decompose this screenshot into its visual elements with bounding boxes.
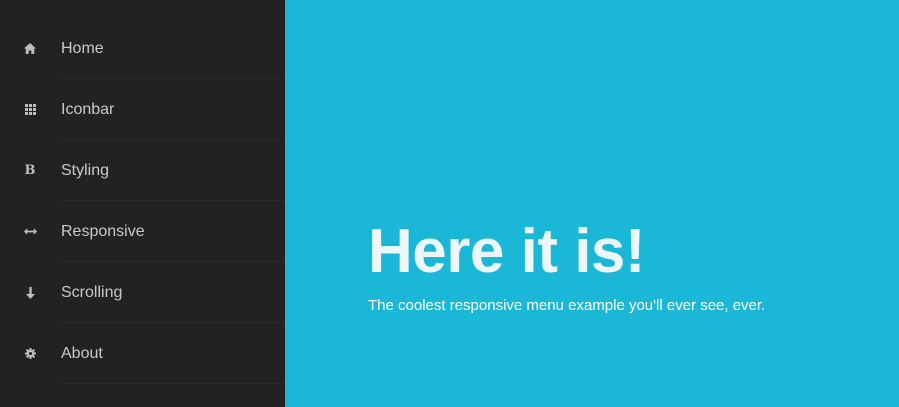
sidebar-item-responsive[interactable]: Responsive — [0, 201, 285, 262]
bold-icon-glyph: B — [24, 163, 36, 178]
horizontal-resize-icon — [23, 201, 37, 262]
sidebar-item-scrolling[interactable]: Scrolling — [0, 262, 285, 323]
sidebar-item-iconbar[interactable]: Iconbar — [0, 79, 285, 140]
bold-icon: B — [23, 140, 37, 201]
sidebar-item-label: About — [61, 345, 103, 362]
sidebar-item-label: Responsive — [61, 223, 145, 240]
home-icon — [23, 18, 37, 79]
sidebar-menu: Home Iconbar B Styling Responsive Scroll… — [0, 0, 285, 407]
hero-title: Here it is! — [368, 217, 646, 286]
gear-icon — [23, 323, 37, 384]
hero-subtitle: The coolest responsive menu example you'… — [368, 297, 766, 314]
sidebar-item-home[interactable]: Home — [0, 18, 285, 79]
sidebar-item-label: Styling — [61, 162, 110, 179]
sidebar-item-about[interactable]: About — [0, 323, 285, 384]
sidebar-item-label: Scrolling — [61, 284, 123, 301]
main-content: Here it is! The coolest responsive menu … — [285, 0, 899, 407]
sidebar-item-label: Iconbar — [61, 101, 115, 118]
arrow-down-icon — [23, 262, 37, 323]
grid-icon — [23, 79, 37, 140]
menu-divider — [61, 383, 285, 384]
sidebar-item-label: Home — [61, 40, 104, 57]
sidebar-item-styling[interactable]: B Styling — [0, 140, 285, 201]
